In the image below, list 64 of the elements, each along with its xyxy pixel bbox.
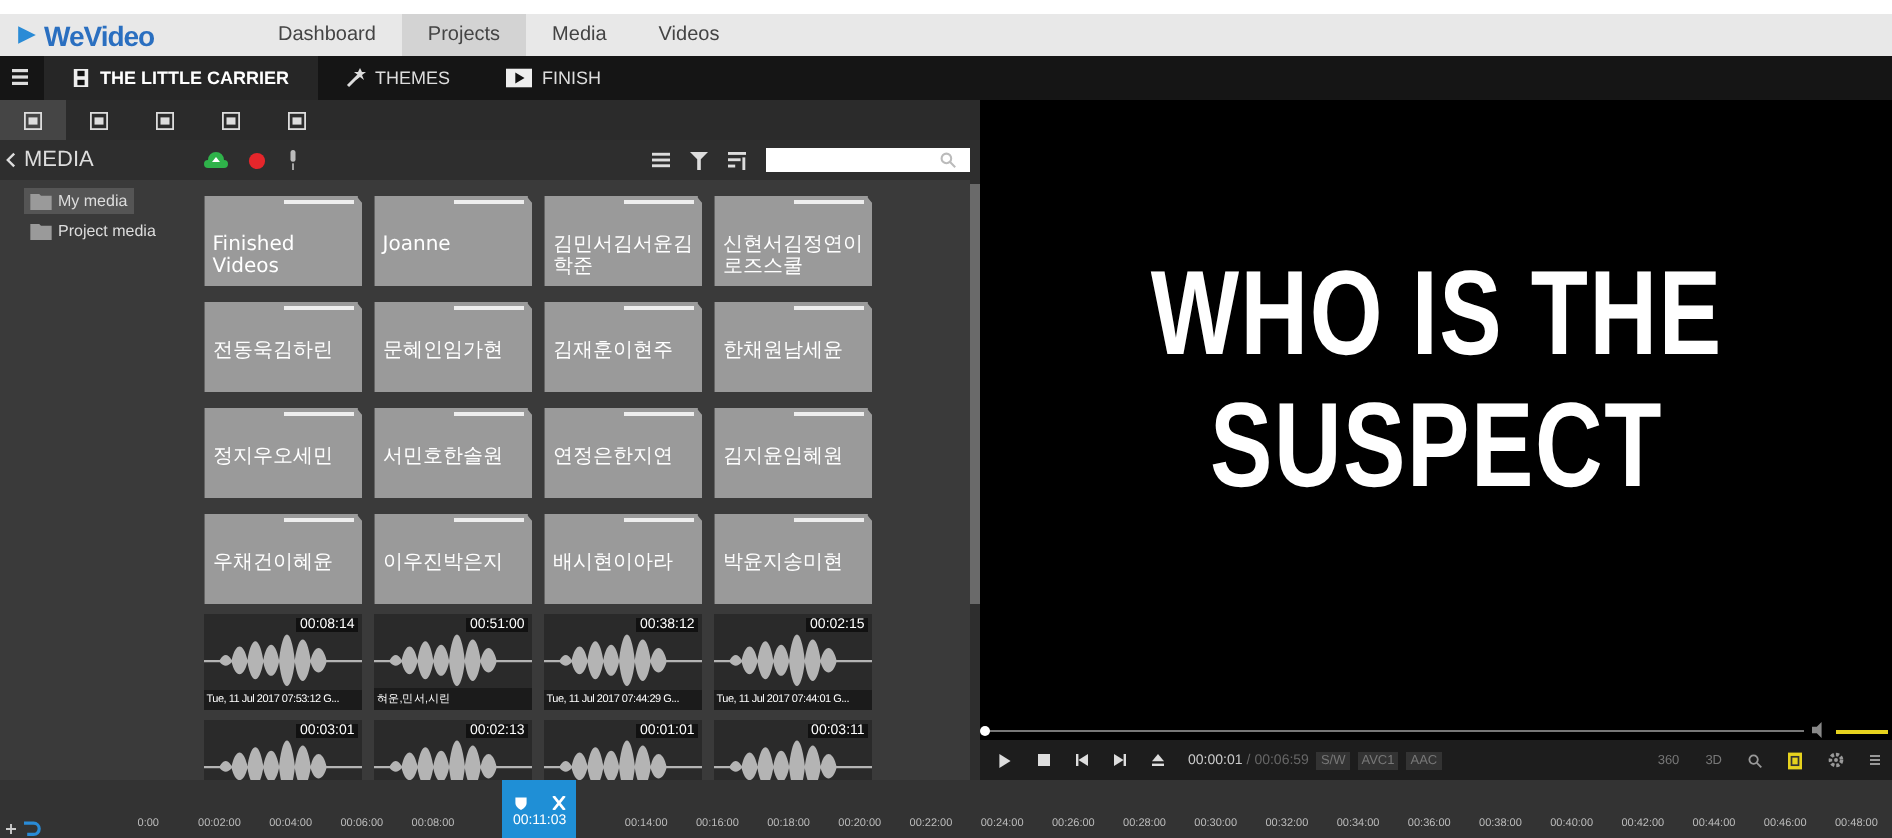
- search-icon: [940, 152, 956, 168]
- logo-text[interactable]: WeVideo: [44, 19, 155, 51]
- project-tab[interactable]: THEMES: [317, 56, 479, 100]
- media-icon: [288, 111, 306, 129]
- folder-tile[interactable]: 김민서김서윤김학준: [544, 190, 703, 286]
- safe-area-icon[interactable]: [1788, 751, 1802, 769]
- folder-icon: [30, 193, 52, 209]
- back-icon[interactable]: [6, 152, 16, 168]
- video-icon: [506, 68, 533, 88]
- folder-tile[interactable]: 연정은한지연: [544, 402, 703, 498]
- play-icon[interactable]: [998, 753, 1012, 767]
- shield-icon[interactable]: [513, 796, 528, 810]
- search-field[interactable]: [766, 148, 970, 172]
- folder-tile[interactable]: 우채건이혜윤: [204, 508, 363, 604]
- list-view-icon[interactable]: [652, 152, 670, 168]
- settings-icon[interactable]: [1828, 752, 1844, 768]
- play-logo-icon: [16, 24, 38, 46]
- plus-icon[interactable]: [6, 823, 16, 833]
- folder-tile[interactable]: 서민호한솔원: [374, 402, 533, 498]
- upload-cloud-icon[interactable]: [204, 152, 228, 168]
- project-tab[interactable]: FINISH: [478, 56, 630, 100]
- sort-icon[interactable]: [728, 151, 746, 169]
- nav-tab[interactable]: Projects: [401, 14, 527, 56]
- media-icon: [156, 111, 174, 129]
- film-icon: [72, 68, 90, 88]
- folder-tile[interactable]: 박윤지송미현: [714, 508, 873, 604]
- title-text: WHO IS THE: [1150, 248, 1722, 380]
- panel-title: MEDIA: [24, 148, 96, 172]
- title-text: SUSPECT: [1209, 380, 1663, 512]
- project-tab[interactable]: THE LITTLE CARRIER: [44, 56, 317, 100]
- record-icon[interactable]: [248, 151, 266, 169]
- folder-tile[interactable]: 신현서김정연이로즈스쿨: [714, 190, 873, 286]
- filter-icon[interactable]: [690, 151, 708, 169]
- panel-tab[interactable]: [0, 100, 66, 140]
- folder-tile[interactable]: 이우진박은지: [374, 508, 533, 604]
- media-icon: [90, 111, 108, 129]
- previous-icon[interactable]: [1076, 754, 1088, 766]
- folder-tile[interactable]: 한채원남세윤: [714, 296, 873, 392]
- scrollbar[interactable]: [970, 180, 980, 780]
- media-icon: [24, 111, 42, 129]
- folder-tile[interactable]: 전동욱김하린: [204, 296, 363, 392]
- folder-tile[interactable]: 문혜인임가현: [374, 296, 533, 392]
- folder-tile[interactable]: Finished Videos: [204, 190, 363, 286]
- folder-tile[interactable]: 정지우오세민: [204, 402, 363, 498]
- nav-tab[interactable]: Dashboard: [252, 14, 402, 56]
- eject-icon[interactable]: [1152, 754, 1164, 766]
- next-icon[interactable]: [1114, 754, 1126, 766]
- zoom-icon[interactable]: [1748, 753, 1762, 767]
- folder-tile[interactable]: Joanne: [374, 190, 533, 286]
- scissors-icon[interactable]: [551, 796, 566, 810]
- media-icon: [222, 111, 240, 129]
- folder-tile[interactable]: 배시현이아라: [544, 508, 703, 604]
- sidebar-item[interactable]: Project media: [24, 218, 162, 244]
- menu-icon[interactable]: [1870, 752, 1880, 768]
- microphone-icon[interactable]: [286, 150, 300, 170]
- menu-icon[interactable]: [12, 68, 28, 86]
- folder-icon: [30, 223, 52, 239]
- folder-tile[interactable]: 김지윤임혜원: [714, 402, 873, 498]
- wand-icon: [345, 68, 365, 88]
- folder-tile[interactable]: 김재훈이현주: [544, 296, 703, 392]
- sidebar-item[interactable]: My media: [24, 188, 134, 214]
- undo-icon[interactable]: [22, 820, 42, 836]
- nav-tab[interactable]: Videos: [632, 14, 746, 56]
- nav-tab[interactable]: Media: [526, 14, 633, 56]
